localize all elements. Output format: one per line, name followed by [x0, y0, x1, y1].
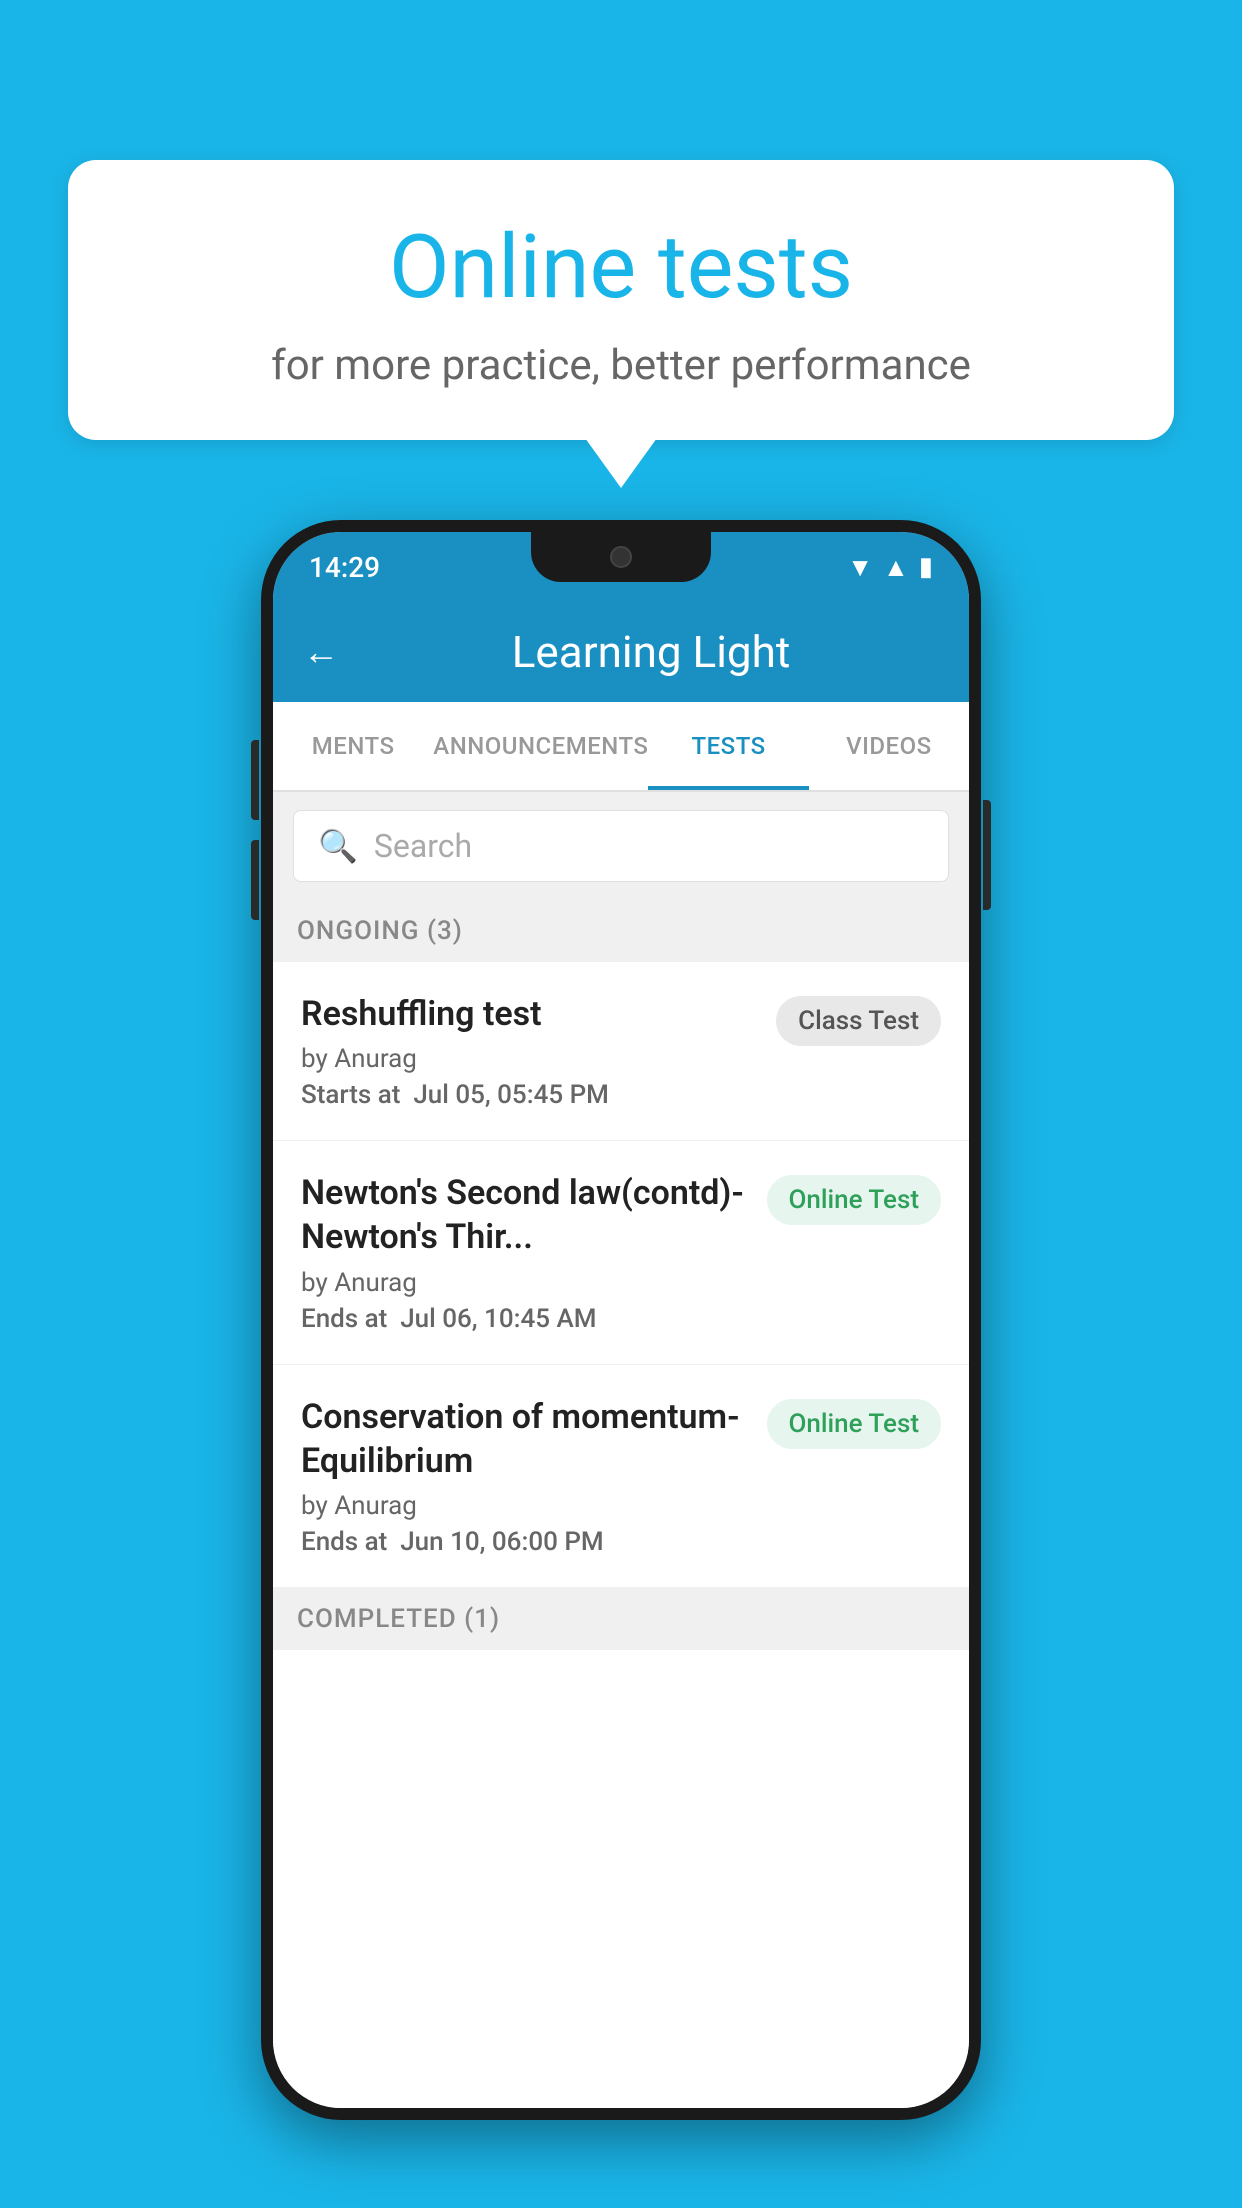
badge-class-test-1: Class Test [776, 996, 941, 1046]
app-bar: ← Learning Light [273, 602, 969, 702]
bubble-subtitle: for more practice, better performance [118, 341, 1124, 390]
test-info-3: Conservation of momentum-Equilibrium by … [301, 1395, 751, 1557]
test-item-1[interactable]: Reshuffling test by Anurag Starts at Jul… [273, 962, 969, 1141]
status-icons: ▼ ▲ ▮ [847, 552, 933, 583]
back-button[interactable]: ← [303, 631, 339, 673]
phone-wrapper: 14:29 ▼ ▲ ▮ ← Learning Light MENTS ANNOU… [261, 520, 981, 2120]
test-date-1: Starts at Jul 05, 05:45 PM [301, 1080, 760, 1110]
test-title-3: Conservation of momentum-Equilibrium [301, 1395, 751, 1483]
test-author-2: by Anurag [301, 1268, 751, 1298]
test-item-2[interactable]: Newton's Second law(contd)-Newton's Thir… [273, 1141, 969, 1364]
phone-frame: 14:29 ▼ ▲ ▮ ← Learning Light MENTS ANNOU… [261, 520, 981, 2120]
search-icon: 🔍 [318, 827, 358, 865]
test-date-2: Ends at Jul 06, 10:45 AM [301, 1304, 751, 1334]
test-info-1: Reshuffling test by Anurag Starts at Jul… [301, 992, 760, 1110]
wifi-icon: ▼ [847, 552, 873, 583]
test-author-1: by Anurag [301, 1044, 760, 1074]
search-container: 🔍 Search [273, 792, 969, 900]
status-time: 14:29 [309, 551, 380, 584]
vol-down-button[interactable] [251, 840, 259, 920]
test-title-1: Reshuffling test [301, 992, 760, 1036]
tab-announcements[interactable]: ANNOUNCEMENTS [433, 702, 648, 790]
completed-label: COMPLETED (1) [297, 1604, 500, 1634]
camera [610, 546, 632, 568]
phone-notch [531, 532, 711, 582]
phone-screen: 14:29 ▼ ▲ ▮ ← Learning Light MENTS ANNOU… [273, 532, 969, 2108]
badge-online-test-2: Online Test [767, 1175, 942, 1225]
bubble-title: Online tests [118, 220, 1124, 317]
speech-bubble: Online tests for more practice, better p… [68, 160, 1174, 440]
badge-online-test-3: Online Test [767, 1399, 942, 1449]
test-author-3: by Anurag [301, 1491, 751, 1521]
ongoing-section-header: ONGOING (3) [273, 900, 969, 962]
power-button[interactable] [983, 800, 991, 910]
signal-icon: ▲ [883, 552, 909, 583]
search-bar[interactable]: 🔍 Search [293, 810, 949, 882]
vol-up-button[interactable] [251, 740, 259, 820]
app-title: Learning Light [363, 626, 939, 678]
search-placeholder: Search [374, 827, 472, 865]
test-item-3[interactable]: Conservation of momentum-Equilibrium by … [273, 1365, 969, 1588]
ongoing-label: ONGOING (3) [297, 916, 463, 946]
tests-list: Reshuffling test by Anurag Starts at Jul… [273, 962, 969, 2108]
battery-icon: ▮ [919, 552, 933, 582]
tab-videos[interactable]: VIDEOS [809, 702, 969, 790]
test-info-2: Newton's Second law(contd)-Newton's Thir… [301, 1171, 751, 1333]
tabs-bar: MENTS ANNOUNCEMENTS TESTS VIDEOS [273, 702, 969, 792]
test-date-3: Ends at Jun 10, 06:00 PM [301, 1527, 751, 1557]
completed-section-header: COMPLETED (1) [273, 1588, 969, 1650]
tab-ments[interactable]: MENTS [273, 702, 433, 790]
test-title-2: Newton's Second law(contd)-Newton's Thir… [301, 1171, 751, 1259]
tab-tests[interactable]: TESTS [648, 702, 808, 790]
